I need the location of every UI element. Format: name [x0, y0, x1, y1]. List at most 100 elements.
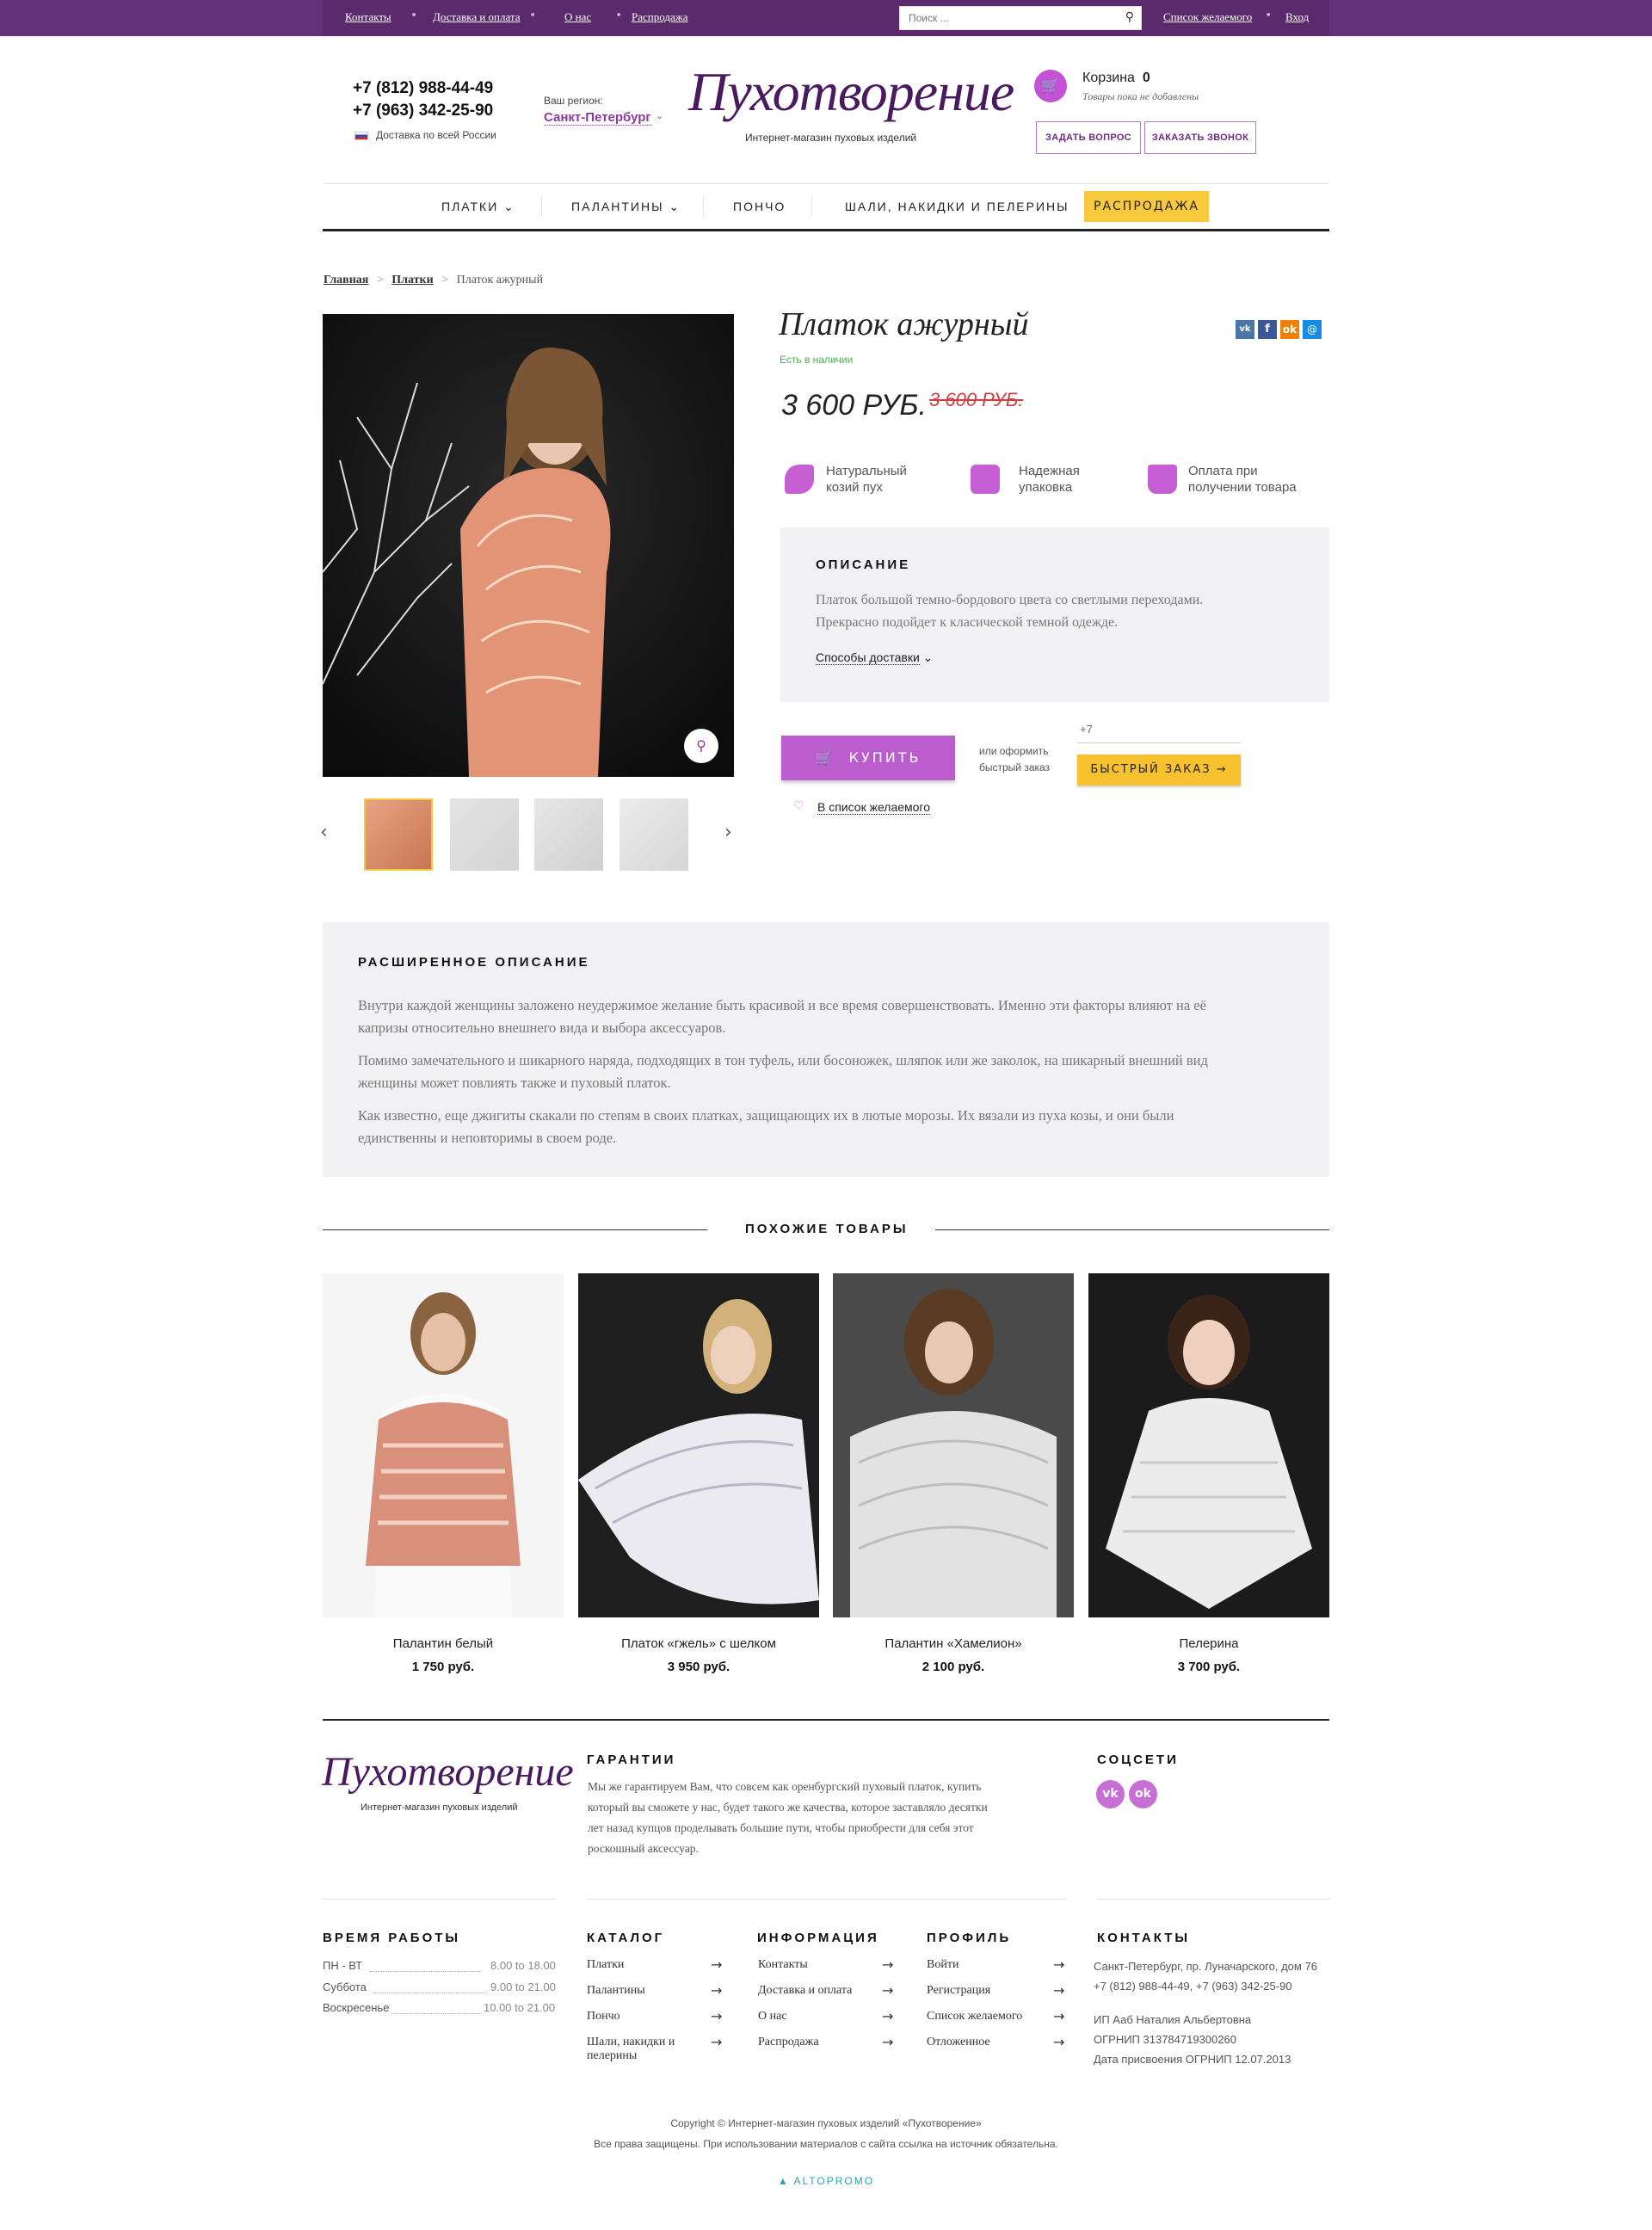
- product-card-image[interactable]: [833, 1273, 1074, 1617]
- footer-info-link[interactable]: Доставка и оплата: [758, 1984, 852, 1998]
- product-card-name[interactable]: Палантин белый: [323, 1636, 564, 1651]
- top-link-delivery[interactable]: Доставка и оплата: [433, 10, 521, 24]
- stock-status: Есть в наличии: [780, 354, 854, 366]
- add-to-wishlist-link[interactable]: В список желаемого: [817, 800, 931, 815]
- feature-fluff: Натуральный козий пух: [826, 464, 907, 495]
- phone-1[interactable]: +7 (812) 988-44-49: [353, 79, 493, 98]
- top-link-wishlist[interactable]: Список желаемого: [1163, 10, 1252, 24]
- breadcrumb-home[interactable]: Главная: [324, 274, 368, 286]
- cart-label[interactable]: Корзина 0: [1082, 71, 1150, 86]
- divider: [587, 1899, 1066, 1900]
- breadcrumb: Главная > Платки > Платок ажурный: [324, 274, 544, 286]
- extended-title: РАСШИРЕННОЕ ОПИСАНИЕ: [358, 955, 590, 970]
- top-link-contacts[interactable]: Контакты: [345, 10, 391, 24]
- product-card-image[interactable]: [1088, 1273, 1329, 1617]
- footer-catalog-link[interactable]: Палантины: [587, 1984, 645, 1998]
- thumb-next-icon[interactable]: ›: [724, 822, 732, 843]
- moimir-icon[interactable]: @: [1303, 320, 1322, 339]
- thumbnail-4[interactable]: [620, 798, 688, 871]
- price: 3 600 РУБ.: [781, 389, 927, 422]
- social-title: СОЦСЕТИ: [1097, 1753, 1179, 1767]
- footer-profile-link[interactable]: Войти: [927, 1958, 959, 1972]
- thumbnail-3[interactable]: [534, 798, 603, 871]
- footer-info-link[interactable]: Контакты: [758, 1958, 808, 1972]
- footer-info-link[interactable]: О нас: [758, 2010, 787, 2024]
- guarantee-title: ГАРАНТИИ: [587, 1753, 676, 1767]
- hours-time: 8.00 to 18.00: [490, 1959, 556, 1972]
- footer-profile-link[interactable]: Регистрация: [927, 1984, 990, 1998]
- hours-day: Суббота: [323, 1981, 367, 1993]
- chevron-down-icon: ⌄: [922, 650, 934, 664]
- old-price: 3 600 РУБ.: [929, 389, 1024, 410]
- nav-separator: [811, 196, 812, 217]
- quick-order-phone-input[interactable]: +7: [1077, 723, 1241, 743]
- order-call-button[interactable]: ЗАКАЗАТЬ ЗВОНОК: [1144, 121, 1256, 154]
- nav-item-shawls[interactable]: ПЛАТКИ ⌄: [441, 200, 515, 214]
- arrow-right-icon: →: [882, 1982, 894, 1999]
- top-link-sale[interactable]: Распродажа: [632, 10, 688, 24]
- buy-button[interactable]: 🛒 КУПИТЬ: [781, 736, 955, 780]
- footer-catalog-link-cont[interactable]: пелерины: [587, 2049, 637, 2063]
- product-card-image[interactable]: [578, 1273, 819, 1617]
- thumbnail-1[interactable]: [364, 798, 433, 871]
- product-card-price: 2 100 руб.: [922, 1660, 985, 1674]
- wallet-icon: [1148, 465, 1177, 494]
- nav-item-ponchos[interactable]: ПОНЧО: [733, 200, 786, 213]
- cart-icon[interactable]: 🛒: [1034, 70, 1067, 102]
- logo[interactable]: Пухотворение: [688, 60, 1014, 124]
- vk-icon[interactable]: vk: [1236, 320, 1254, 339]
- search-icon[interactable]: ⚲: [1125, 10, 1134, 24]
- top-link-login[interactable]: Вход: [1285, 10, 1309, 24]
- top-dot: •: [1265, 9, 1273, 22]
- delivery-methods-toggle[interactable]: Способы доставки ⌄: [816, 650, 933, 665]
- footer-profile-link[interactable]: Список желаемого: [927, 2010, 1022, 2024]
- chevron-down-icon: ⌄: [669, 200, 681, 213]
- search-input[interactable]: [900, 7, 1106, 29]
- arrow-right-icon: →: [711, 1982, 723, 1999]
- chevron-down-icon: ⌄: [503, 200, 515, 213]
- footer-catalog-link[interactable]: Пончо: [587, 2010, 620, 2024]
- product-card-image[interactable]: [323, 1273, 564, 1617]
- product-card[interactable]: Платок «гжель» с шелком 3 950 руб.: [578, 1273, 819, 1674]
- nav-separator: [703, 196, 704, 217]
- vk-icon[interactable]: vk: [1096, 1780, 1125, 1808]
- thumbnail-2[interactable]: [450, 798, 519, 871]
- nav-separator: [541, 196, 542, 217]
- phone-2[interactable]: +7 (963) 342-25-90: [353, 102, 493, 120]
- footer-catalog-link[interactable]: Шали, накидки и: [587, 2036, 675, 2049]
- footer-catalog-link[interactable]: Платки: [587, 1958, 624, 1972]
- feature-payment: Оплата при получении товара: [1188, 464, 1297, 495]
- product-photo: [323, 314, 734, 777]
- share-buttons: vk f ok @: [1236, 320, 1322, 339]
- odnoklassniki-icon[interactable]: ok: [1280, 320, 1299, 339]
- product-card-name[interactable]: Пелерина: [1088, 1636, 1329, 1651]
- breadcrumb-shawls[interactable]: Платки: [391, 274, 433, 286]
- cart-text: Корзина: [1082, 71, 1135, 85]
- top-link-about[interactable]: О нас: [564, 10, 591, 24]
- product-card[interactable]: Палантин белый 1 750 руб.: [323, 1273, 564, 1674]
- nav-item-stoles[interactable]: ПАЛАНТИНЫ ⌄: [571, 200, 681, 214]
- nav-item-capes[interactable]: ШАЛИ, НАКИДКИ И ПЕЛЕРИНЫ: [845, 200, 1069, 213]
- quick-order-button[interactable]: БЫСТРЫЙ ЗАКАЗ →: [1077, 755, 1241, 785]
- product-card-name[interactable]: Платок «гжель» с шелком: [578, 1636, 819, 1651]
- thumb-prev-icon[interactable]: ‹: [320, 822, 328, 843]
- search-box: ⚲: [899, 6, 1142, 30]
- product-main-image[interactable]: ⚲: [323, 314, 734, 777]
- zoom-icon[interactable]: ⚲: [684, 729, 718, 763]
- product-card-name[interactable]: Палантин «Хамелион»: [833, 1636, 1074, 1651]
- product-card[interactable]: Пелерина 3 700 руб.: [1088, 1273, 1329, 1674]
- divider: [935, 1229, 1329, 1230]
- ask-question-button[interactable]: ЗАДАТЬ ВОПРОС: [1036, 121, 1141, 154]
- arrow-right-icon: →: [711, 2034, 723, 2050]
- facebook-icon[interactable]: f: [1258, 320, 1277, 339]
- footer-logo[interactable]: Пухотворение: [322, 1748, 574, 1796]
- nav-item-sale[interactable]: РАСПРОДАЖА: [1084, 191, 1209, 222]
- heart-icon[interactable]: ♡: [793, 799, 804, 813]
- hours-time: 9.00 to 21.00: [490, 1981, 556, 1993]
- odnoklassniki-icon[interactable]: ok: [1129, 1780, 1157, 1808]
- footer-profile-link[interactable]: Отложенное: [927, 2036, 990, 2049]
- region-selector[interactable]: Санкт-Петербург: [544, 110, 651, 126]
- product-card[interactable]: Палантин «Хамелион» 2 100 руб.: [833, 1273, 1074, 1674]
- footer-info-link[interactable]: Распродажа: [758, 2036, 819, 2049]
- developer-logo[interactable]: ▲ ALTOPROMO: [0, 2175, 1652, 2187]
